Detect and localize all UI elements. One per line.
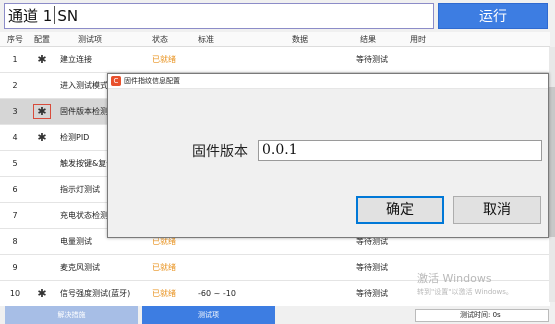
row-number: 4 <box>12 133 18 142</box>
gear-icon[interactable]: ✱ <box>37 131 46 144</box>
row-number: 1 <box>12 55 18 64</box>
config-cell[interactable]: ✱ <box>30 53 54 66</box>
col-standard: 标准 <box>198 35 214 44</box>
dialog-title: 固件指纹信息配置 <box>124 77 180 85</box>
config-cell[interactable]: ✱ <box>30 287 54 300</box>
status-text: 已就绪 <box>152 263 176 272</box>
row-number: 2 <box>12 81 18 90</box>
row-number: 5 <box>12 159 18 168</box>
sn-value: SN <box>57 7 79 25</box>
result-text: 等待测试 <box>356 263 388 272</box>
watermark-line1: 激活 Windows <box>417 272 492 285</box>
firmware-config-dialog: C 固件指纹信息配置 固件版本 0.0.1 确定 取消 <box>107 73 549 238</box>
firmware-version-input[interactable]: 0.0.1 <box>258 140 542 161</box>
row-number: 6 <box>12 185 18 194</box>
col-data: 数据 <box>292 35 308 44</box>
col-config: 配置 <box>34 35 50 44</box>
table-header: 序号 配置 测试项 状态 标准 数据 结果 用时 <box>0 32 550 47</box>
standard-text: -60 ~ -10 <box>198 289 236 298</box>
channel-sn-field[interactable]: 通道 1 SN <box>4 3 434 29</box>
ok-button[interactable]: 确定 <box>356 196 444 224</box>
status-text: 已就绪 <box>152 289 176 298</box>
test-item-name: 信号强度测试(蓝牙) <box>60 289 131 298</box>
activation-watermark: 激活 Windows 转到"设置"以激活 Windows。 <box>417 270 513 297</box>
table-scrollbar[interactable] <box>549 47 555 302</box>
col-result: 结果 <box>360 35 376 44</box>
solve-button[interactable]: 解决措施 <box>5 306 138 324</box>
test-time-label: 测试时间: 0s <box>460 311 501 319</box>
run-button[interactable]: 运行 <box>438 3 548 29</box>
dialog-titlebar[interactable]: C 固件指纹信息配置 <box>108 74 548 89</box>
firmware-version-label: 固件版本 <box>192 144 248 160</box>
cancel-button[interactable]: 取消 <box>453 196 541 224</box>
watermark-line2: 转到"设置"以激活 Windows。 <box>417 288 513 296</box>
result-text: 等待测试 <box>356 55 388 64</box>
gear-icon[interactable]: ✱ <box>37 287 46 300</box>
config-cell[interactable]: ✱ <box>30 104 54 119</box>
row-number: 7 <box>12 211 18 220</box>
col-status: 状态 <box>152 35 168 44</box>
col-item: 测试项 <box>78 35 102 44</box>
test-item-name: 建立连接 <box>60 55 92 64</box>
result-text: 等待测试 <box>356 289 388 298</box>
gear-icon[interactable]: ✱ <box>33 104 51 119</box>
status-text: 已就绪 <box>152 55 176 64</box>
row-number: 9 <box>12 263 18 272</box>
col-no: 序号 <box>7 35 23 44</box>
channel-label: 通道 1 <box>8 7 53 25</box>
config-cell[interactable]: ✱ <box>30 131 54 144</box>
table-row[interactable]: 1 ✱ 建立连接 已就绪 等待测试 <box>0 47 550 73</box>
app-icon: C <box>111 76 121 86</box>
col-time: 用时 <box>410 35 426 44</box>
gear-icon[interactable]: ✱ <box>37 53 46 66</box>
row-number: 3 <box>12 107 18 116</box>
scrollbar-thumb[interactable] <box>549 87 555 237</box>
field-separator <box>54 6 56 24</box>
test-item-button[interactable]: 测试项 <box>142 306 275 324</box>
row-number: 8 <box>12 237 18 246</box>
test-item-name: 麦克风测试 <box>60 263 100 272</box>
row-number: 10 <box>9 289 21 298</box>
header: 通道 1 SN 运行 <box>0 0 555 31</box>
bottom-bar: 解决措施 测试项 测试时间: 0s <box>0 306 555 324</box>
